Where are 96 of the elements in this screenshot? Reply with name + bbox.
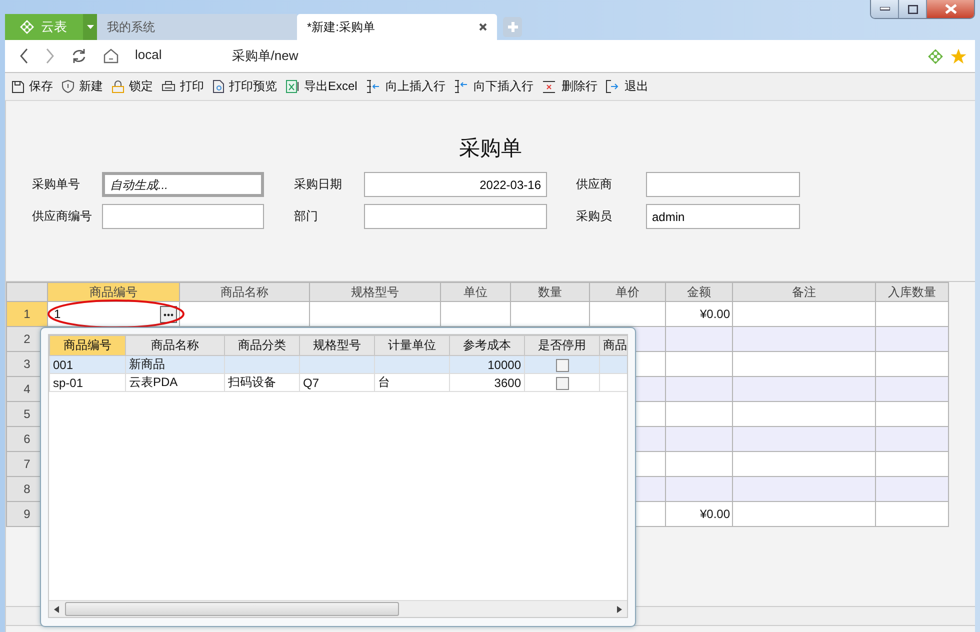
browser-tab[interactable]: *新建:采购单 xyxy=(297,14,497,40)
horizontal-scrollbar[interactable] xyxy=(49,600,627,617)
input-field[interactable]: 自动生成... xyxy=(102,172,264,197)
column-header[interactable]: 商品名称 xyxy=(126,336,224,356)
toolbar-button[interactable]: 导出Excel xyxy=(286,78,358,95)
toolbar-button[interactable]: 退出 xyxy=(606,78,648,95)
column-header[interactable]: 数量 xyxy=(510,282,590,302)
document-icon xyxy=(213,80,224,93)
column-header[interactable]: 商品编号 xyxy=(48,282,180,302)
table-cell[interactable]: Q7 xyxy=(300,374,374,392)
table-cell[interactable]: 台 xyxy=(374,374,450,392)
refresh-icon[interactable] xyxy=(71,48,87,64)
toolbar-button[interactable]: 打印预览 xyxy=(213,78,277,95)
caret-icon xyxy=(86,25,94,29)
url-text: 采购单/new xyxy=(232,47,298,65)
table-cell[interactable]: sp-01 xyxy=(50,374,126,392)
insert-row-icon xyxy=(454,80,468,93)
app-menu-button[interactable] xyxy=(83,14,97,40)
spreadsheet-icon xyxy=(286,80,299,93)
input-field[interactable]: admin xyxy=(646,204,800,229)
app-name: 云表 xyxy=(41,18,67,36)
column-header[interactable]: 单价 xyxy=(590,282,666,302)
field-label: 供应商编号 xyxy=(32,208,93,225)
table-cell[interactable]: 001 xyxy=(50,356,126,374)
printer-icon xyxy=(162,80,175,92)
table-cell[interactable] xyxy=(300,356,374,374)
toolbar-button[interactable]: 保存 xyxy=(12,78,53,95)
table-cell[interactable]: 10000 xyxy=(450,356,524,374)
column-header[interactable]: 入库数量 xyxy=(876,282,948,302)
floppy-icon xyxy=(12,80,24,92)
amount-text: ¥0.00 xyxy=(700,507,730,521)
close-icon[interactable] xyxy=(479,23,487,31)
insert-row-icon xyxy=(366,80,380,93)
toolbar-button[interactable]: 新建 xyxy=(62,78,103,95)
toolbar-button[interactable]: 向上插入行 xyxy=(366,78,446,95)
close-window-button[interactable] xyxy=(927,0,974,18)
column-header[interactable]: 商品 xyxy=(600,336,627,356)
tab-title: *新建:采购单 xyxy=(307,18,376,36)
checkbox[interactable] xyxy=(556,358,568,372)
amount-text: ¥0.00 xyxy=(700,307,730,321)
column-header[interactable]: 商品分类 xyxy=(224,336,300,356)
column-header[interactable]: 参考成本 xyxy=(450,336,524,356)
logo-icon[interactable] xyxy=(927,48,944,64)
table-cell[interactable] xyxy=(374,356,450,374)
table-cell[interactable]: 扫码设备 xyxy=(224,374,300,392)
right-arrow-icon[interactable] xyxy=(617,606,622,612)
plus-icon xyxy=(508,22,518,32)
close-icon xyxy=(944,4,956,14)
column-header[interactable]: 备注 xyxy=(732,282,876,302)
home-icon[interactable] xyxy=(103,48,119,64)
minimize-button[interactable] xyxy=(871,0,899,18)
minimize-icon xyxy=(880,7,890,11)
forward-icon[interactable] xyxy=(45,48,55,64)
column-header[interactable]: 规格型号 xyxy=(300,336,374,356)
field-label: 采购日期 xyxy=(294,176,343,193)
field-label: 供应商 xyxy=(576,176,613,193)
table-cell[interactable]: 云表PDA xyxy=(126,374,224,392)
url-text: local xyxy=(135,47,162,64)
table-cell[interactable]: 3600 xyxy=(450,374,524,392)
logo-icon xyxy=(19,19,35,35)
toolbar-button[interactable]: 删除行 xyxy=(542,78,598,95)
star-icon[interactable] xyxy=(950,48,967,64)
more-icon[interactable] xyxy=(160,306,177,322)
input-field[interactable] xyxy=(102,204,264,229)
tab-title: 我的系统 xyxy=(107,18,155,36)
toolbar-button[interactable]: 锁定 xyxy=(112,78,153,95)
toolbar-button[interactable]: 向下插入行 xyxy=(454,78,534,95)
row-number[interactable]: 1 xyxy=(6,302,48,326)
toolbar-button[interactable]: 打印 xyxy=(162,78,204,95)
left-arrow-icon[interactable] xyxy=(54,606,59,612)
exit-icon xyxy=(606,80,620,93)
back-icon[interactable] xyxy=(19,48,29,64)
browser-tab[interactable]: 我的系统 xyxy=(97,14,297,40)
form-title: 采购单 xyxy=(458,136,523,162)
table-cell[interactable] xyxy=(224,356,300,374)
checkbox[interactable] xyxy=(556,376,568,390)
column-header[interactable]: 是否停用 xyxy=(524,336,600,356)
field-label: 部门 xyxy=(294,208,319,225)
column-header[interactable]: 计量单位 xyxy=(374,336,450,356)
shield-icon xyxy=(62,80,74,93)
lock-icon xyxy=(112,80,124,93)
column-header[interactable]: 商品名称 xyxy=(180,282,310,302)
table-cell[interactable]: 新商品 xyxy=(126,356,224,374)
column-header[interactable]: 单位 xyxy=(440,282,510,302)
column-header[interactable]: 商品编号 xyxy=(50,336,126,356)
field-label: 采购员 xyxy=(576,208,613,225)
column-header[interactable]: 规格型号 xyxy=(310,282,440,302)
input-field[interactable] xyxy=(364,204,547,229)
column-header[interactable]: 金额 xyxy=(666,282,732,302)
input-field[interactable]: 2022-03-16 xyxy=(364,172,547,197)
delete-row-icon xyxy=(542,80,556,92)
scrollbar-thumb[interactable] xyxy=(65,602,399,616)
maximize-button[interactable] xyxy=(899,0,927,18)
input-field[interactable] xyxy=(646,172,800,197)
maximize-icon xyxy=(908,4,918,14)
field-label: 采购单号 xyxy=(32,176,81,193)
